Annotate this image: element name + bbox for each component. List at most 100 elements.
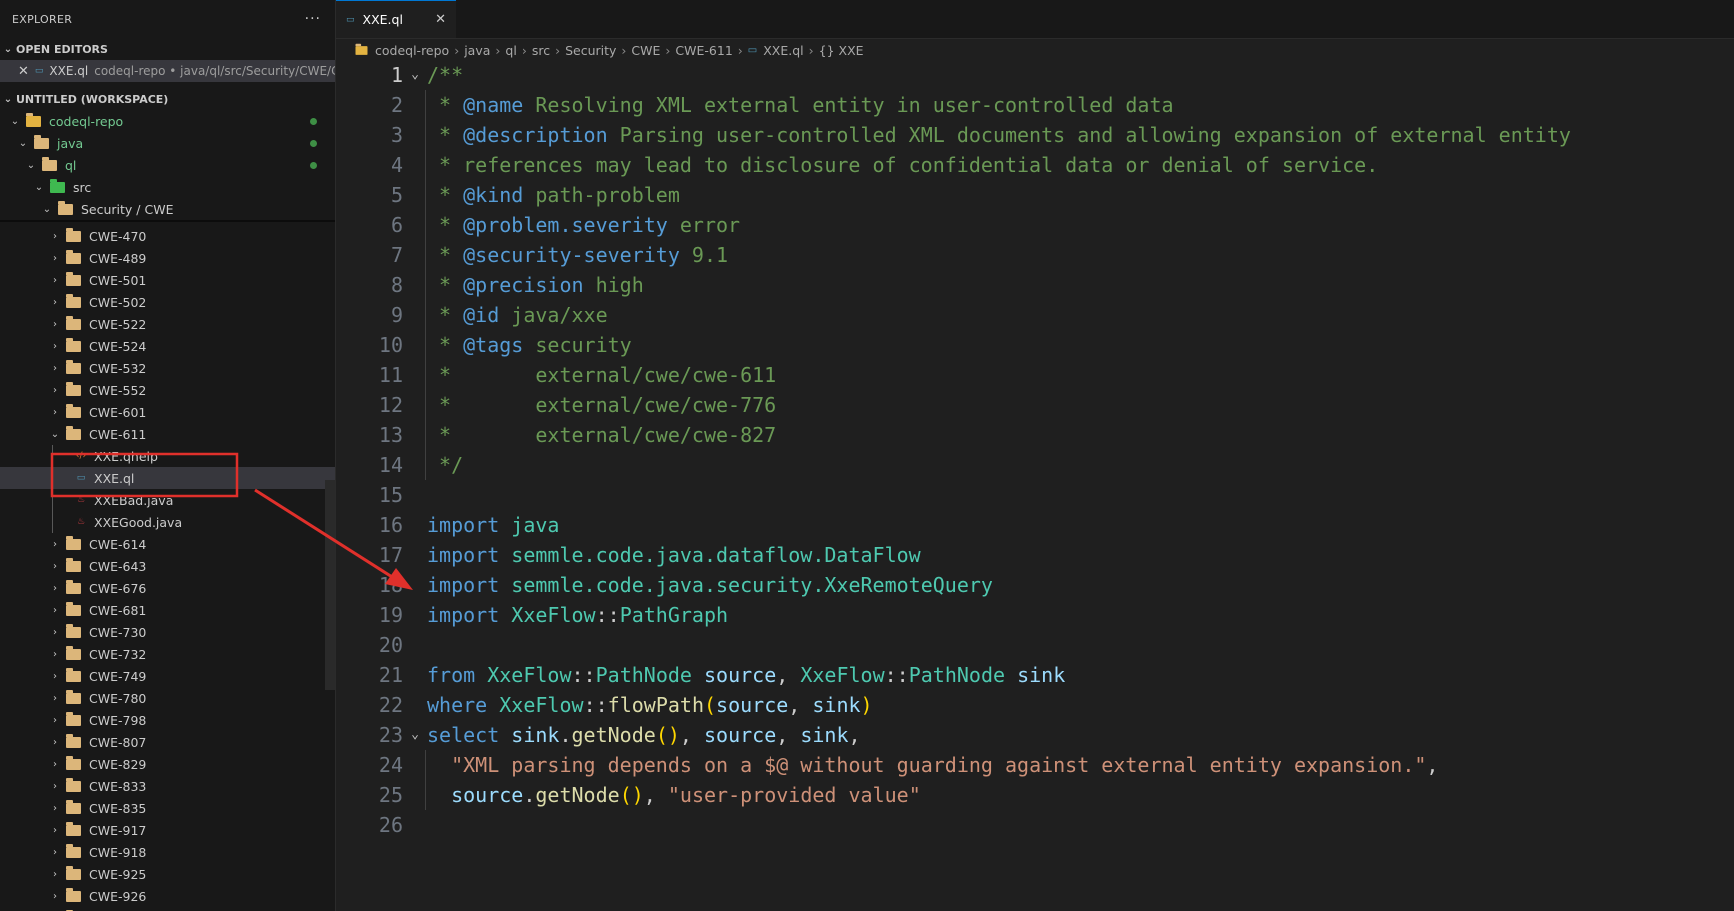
tree-folder-cwe-798[interactable]: › CWE-798: [0, 709, 335, 731]
breadcrumb-item[interactable]: CWE: [631, 43, 660, 58]
chevron-down-icon[interactable]: ⌄: [407, 60, 423, 90]
open-editors-section[interactable]: ⌄ OPEN EDITORS: [0, 38, 335, 60]
tree-folder-java[interactable]: ⌄ java: [0, 132, 335, 154]
code-text: * @description Parsing user-controlled X…: [423, 120, 1571, 150]
breadcrumb-item[interactable]: ql: [505, 43, 516, 58]
tree-folder-cwe-643[interactable]: › CWE-643: [0, 555, 335, 577]
breadcrumb-item[interactable]: CWE-611: [675, 43, 732, 58]
tree-folder-cwe-732[interactable]: › CWE-732: [0, 643, 335, 665]
chevron-right-icon: ›: [808, 42, 814, 58]
close-icon[interactable]: ✕: [435, 12, 446, 27]
tree-folder-codeql-repo[interactable]: ⌄ codeql-repo: [0, 110, 335, 132]
tree-item-label: XXEBad.java: [94, 492, 174, 508]
fold-gutter: [407, 270, 423, 300]
tree-folder-cwe-835[interactable]: › CWE-835: [0, 797, 335, 819]
folder-icon: [66, 733, 81, 748]
code-text: import semmle.code.java.dataflow.DataFlo…: [423, 540, 921, 570]
tree-folder-cwe-470[interactable]: › CWE-470: [0, 225, 335, 247]
scrollbar[interactable]: [325, 480, 335, 690]
folder-icon: [66, 755, 81, 770]
tree-folder-cwe-681[interactable]: › CWE-681: [0, 599, 335, 621]
tree-folder-cwe-918[interactable]: › CWE-918: [0, 841, 335, 863]
breadcrumb-item[interactable]: src: [532, 43, 550, 58]
breadcrumb-item[interactable]: XXE.ql: [763, 43, 803, 58]
workspace-section[interactable]: ⌄ UNTITLED (WORKSPACE): [0, 88, 335, 110]
tree-folder-cwe-925[interactable]: › CWE-925: [0, 863, 335, 885]
code-token: java: [511, 513, 560, 537]
tree-folder-cwe-927[interactable]: ›CWE-927: [0, 907, 335, 911]
close-icon[interactable]: ✕: [18, 64, 29, 79]
tree-folder-ql[interactable]: ⌄ ql: [0, 154, 335, 176]
tree-item-label: CWE-601: [89, 404, 147, 420]
tree-folder-cwe-780[interactable]: › CWE-780: [0, 687, 335, 709]
tree-folder-cwe-524[interactable]: › CWE-524: [0, 335, 335, 357]
tree-folder-cwe-926[interactable]: › CWE-926: [0, 885, 335, 907]
line-number: 14: [378, 453, 403, 477]
tree-folder-cwe-749[interactable]: › CWE-749: [0, 665, 335, 687]
tree-file-xxegood-java[interactable]: ♨ XXEGood.java: [0, 511, 335, 533]
line-number: 24: [378, 753, 403, 777]
tree-folder-cwe-614[interactable]: › CWE-614: [0, 533, 335, 555]
tree-folder-cwe-601[interactable]: › CWE-601: [0, 401, 335, 423]
tree-folder-src[interactable]: ⌄ src: [0, 176, 335, 198]
code-token: * external/cwe/cwe-776: [427, 393, 777, 417]
tab-label: XXE.ql: [362, 12, 403, 27]
folder-icon: [66, 403, 81, 418]
tree-folder-cwe-676[interactable]: › CWE-676: [0, 577, 335, 599]
tree-folder-cwe-489[interactable]: › CWE-489: [0, 247, 335, 269]
chevron-down-icon: ⌄: [26, 159, 36, 171]
fold-gutter: [407, 690, 423, 720]
folder-open-icon: [42, 156, 57, 171]
code-token: semmle.code.java.dataflow.DataFlow: [511, 543, 921, 567]
folder-icon: [355, 43, 368, 55]
tree-folder-cwe-522[interactable]: › CWE-522: [0, 313, 335, 335]
chevron-right-icon: ›: [53, 406, 57, 418]
code-line: 9 * @id java/xxe: [336, 300, 1734, 330]
tree-folder-security-cwe[interactable]: ⌄ Security / CWE: [0, 198, 335, 220]
code-token: (): [619, 783, 644, 807]
breadcrumb-item[interactable]: Security: [565, 43, 616, 58]
open-editor-item[interactable]: ✕ ▭ XXE.ql codeql-repo • java/ql/src/Sec…: [0, 60, 335, 82]
tree-folder-cwe-552[interactable]: › CWE-552: [0, 379, 335, 401]
tree-item-label: CWE-522: [89, 316, 147, 332]
tree-folder-cwe-532[interactable]: › CWE-532: [0, 357, 335, 379]
fold-gutter: [407, 570, 423, 600]
tree-folder-cwe-807[interactable]: › CWE-807: [0, 731, 335, 753]
tree-item-label: CWE-676: [89, 580, 147, 596]
explorer-sidebar: EXPLORER ··· ⌄ OPEN EDITORS ✕ ▭ XXE.ql c…: [0, 0, 336, 911]
tree-folder-cwe-829[interactable]: › CWE-829: [0, 753, 335, 775]
tab-bar: ▭ XXE.ql ✕: [336, 0, 1734, 39]
code-text: * external/cwe/cwe-827: [423, 420, 776, 450]
xml-icon: ‹/›: [75, 451, 87, 461]
chevron-down-icon: ⌄: [42, 203, 52, 215]
breadcrumb-item[interactable]: java: [464, 43, 490, 58]
tree-folder-cwe-611[interactable]: ⌄ CWE-611: [0, 423, 335, 445]
tree-folder-cwe-833[interactable]: › CWE-833: [0, 775, 335, 797]
code-editor[interactable]: 1 ⌄/** 2 * @name Resolving XML external en…: [336, 60, 1734, 840]
more-actions-icon[interactable]: ···: [305, 11, 321, 27]
tree-folder-cwe-917[interactable]: › CWE-917: [0, 819, 335, 841]
tree-file-xxe-ql[interactable]: ▭ XXE.ql: [0, 467, 335, 489]
chevron-right-icon: ›: [53, 868, 57, 880]
code-line: 13 * external/cwe/cwe-827: [336, 420, 1734, 450]
tab-xxe-ql[interactable]: ▭ XXE.ql ✕: [336, 0, 456, 38]
tree-item-label: CWE-532: [89, 360, 147, 376]
tree-folder-cwe-502[interactable]: › CWE-502: [0, 291, 335, 313]
line-number: 8: [390, 273, 403, 297]
tree-file-xxe-qhelp[interactable]: ‹/› XXE.qhelp: [0, 445, 335, 467]
tree-folder-cwe-730[interactable]: › CWE-730: [0, 621, 335, 643]
folder-icon: [66, 535, 81, 550]
code-token: @kind: [463, 183, 524, 207]
tree-folder-cwe-501[interactable]: › CWE-501: [0, 269, 335, 291]
tree-file-xxebad-java[interactable]: ♨ XXEBad.java: [0, 489, 335, 511]
fold-gutter: [407, 390, 423, 420]
code-token: PathNode: [595, 663, 692, 687]
code-text: * references may lead to disclosure of c…: [423, 150, 1378, 180]
chevron-down-icon[interactable]: ⌄: [407, 720, 423, 750]
breadcrumb-item[interactable]: codeql-repo: [375, 43, 449, 58]
chevron-right-icon: ›: [53, 296, 57, 308]
code-line: 8 * @precision high: [336, 270, 1734, 300]
breadcrumb-item[interactable]: {} XXE: [819, 43, 864, 58]
tree-item-label: CWE-780: [89, 690, 147, 706]
